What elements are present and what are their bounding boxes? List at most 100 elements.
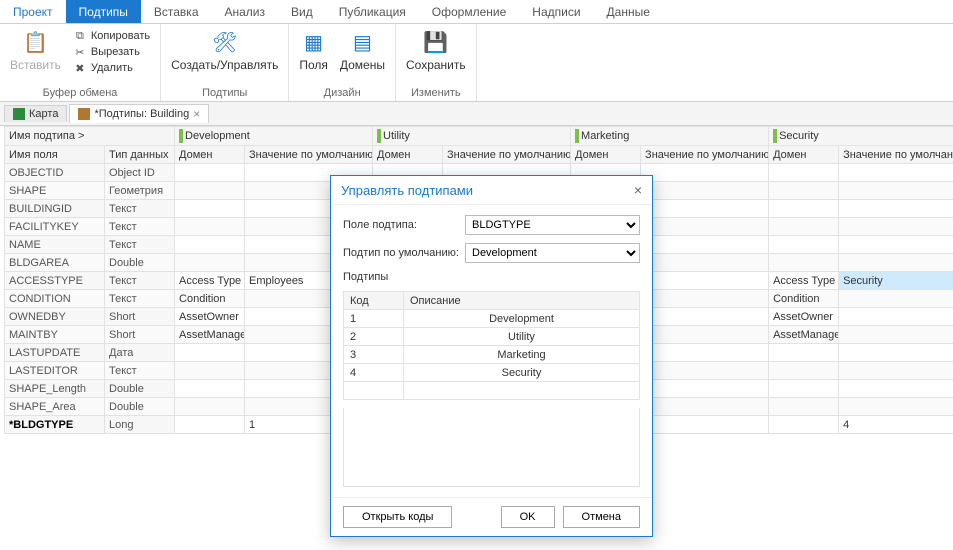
dialog-titlebar[interactable]: Управлять подтипами ×	[331, 176, 652, 205]
grid-cell[interactable]: SHAPE_Length	[5, 380, 105, 398]
grid-cell[interactable]	[769, 182, 839, 200]
grid-cell[interactable]: Security	[839, 272, 953, 290]
col-default-3[interactable]: Значение по умолчанию	[641, 146, 769, 164]
grid-cell[interactable]: BUILDINGID	[5, 200, 105, 218]
grid-cell[interactable]: Текст	[105, 290, 175, 308]
grid-cell[interactable]	[769, 344, 839, 362]
grid-cell[interactable]	[175, 236, 245, 254]
grid-cell[interactable]	[769, 398, 839, 416]
grid-cell[interactable]: BLDGAREA	[5, 254, 105, 272]
table-row[interactable]: 3Marketing	[344, 346, 640, 364]
grid-cell[interactable]	[839, 326, 953, 344]
grid-cell[interactable]	[839, 164, 953, 182]
grid-cell[interactable]: AssetOwner	[769, 308, 839, 326]
grid-cell[interactable]: LASTEDITOR	[5, 362, 105, 380]
col-code[interactable]: Код	[344, 292, 404, 310]
tab-subtypes-building[interactable]: *Подтипы: Building ×	[69, 104, 209, 123]
table-row[interactable]: 2Utility	[344, 328, 640, 346]
grid-cell[interactable]: Access Type	[175, 272, 245, 290]
col-domain-1[interactable]: Домен	[175, 146, 245, 164]
grid-cell[interactable]	[641, 200, 769, 218]
code-cell[interactable]: 4	[344, 364, 404, 382]
col-data-type[interactable]: Тип данных	[105, 146, 175, 164]
col-domain-4[interactable]: Домен	[769, 146, 839, 164]
grid-cell[interactable]: ACCESSTYPE	[5, 272, 105, 290]
desc-cell[interactable]: Security	[404, 364, 640, 382]
col-description[interactable]: Описание	[404, 292, 640, 310]
col-domain-3[interactable]: Домен	[571, 146, 641, 164]
grid-cell[interactable]	[641, 164, 769, 182]
menu-item-analysis[interactable]: Анализ	[212, 0, 279, 23]
ok-button[interactable]: OK	[501, 506, 555, 528]
grid-cell[interactable]	[641, 272, 769, 290]
grid-cell[interactable]: Текст	[105, 236, 175, 254]
grid-cell[interactable]: 4	[839, 416, 953, 434]
subtype-col-marketing[interactable]: Marketing	[571, 127, 769, 146]
table-row[interactable]: 4Security	[344, 364, 640, 382]
grid-cell[interactable]: SHAPE	[5, 182, 105, 200]
grid-cell[interactable]: Дата	[105, 344, 175, 362]
col-default-1[interactable]: Значение по умолчанию	[245, 146, 373, 164]
grid-cell[interactable]: Текст	[105, 362, 175, 380]
grid-cell[interactable]: Long	[105, 416, 175, 434]
grid-cell[interactable]: Double	[105, 254, 175, 272]
table-row[interactable]: 1Development	[344, 310, 640, 328]
grid-cell[interactable]: Double	[105, 380, 175, 398]
grid-cell[interactable]	[175, 416, 245, 434]
grid-cell[interactable]	[769, 416, 839, 434]
grid-cell[interactable]	[839, 254, 953, 272]
grid-cell[interactable]	[839, 218, 953, 236]
grid-cell[interactable]	[641, 326, 769, 344]
desc-cell[interactable]: Utility	[404, 328, 640, 346]
subtype-col-utility[interactable]: Utility	[373, 127, 571, 146]
code-cell[interactable]: 3	[344, 346, 404, 364]
table-row[interactable]	[344, 382, 640, 400]
grid-cell[interactable]	[175, 362, 245, 380]
grid-cell[interactable]	[839, 200, 953, 218]
table-empty-area[interactable]	[343, 408, 640, 487]
domains-button[interactable]: ▤ Домены	[336, 26, 389, 74]
grid-cell[interactable]	[641, 236, 769, 254]
subtype-col-security[interactable]: Security	[769, 127, 953, 146]
grid-cell[interactable]	[641, 254, 769, 272]
grid-cell[interactable]	[641, 182, 769, 200]
grid-cell[interactable]: OWNEDBY	[5, 308, 105, 326]
col-field-name[interactable]: Имя поля	[5, 146, 105, 164]
grid-cell[interactable]	[839, 362, 953, 380]
code-cell[interactable]	[344, 382, 404, 400]
grid-cell[interactable]	[175, 254, 245, 272]
default-subtype-select[interactable]: Development	[465, 243, 640, 263]
paste-button[interactable]: 📋 Вставить	[6, 26, 65, 74]
grid-cell[interactable]	[175, 398, 245, 416]
grid-cell[interactable]	[175, 344, 245, 362]
copy-button[interactable]: ⧉Копировать	[69, 28, 154, 44]
open-codes-button[interactable]: Открыть коды	[343, 506, 452, 528]
menu-item-view[interactable]: Вид	[278, 0, 326, 23]
col-domain-2[interactable]: Домен	[373, 146, 443, 164]
grid-cell[interactable]	[641, 218, 769, 236]
grid-cell[interactable]: AssetManager	[769, 326, 839, 344]
menu-item-data[interactable]: Данные	[594, 0, 663, 23]
grid-cell[interactable]	[839, 290, 953, 308]
menu-item-insert[interactable]: Вставка	[141, 0, 212, 23]
menu-item-labels[interactable]: Надписи	[519, 0, 593, 23]
col-default-2[interactable]: Значение по умолчанию	[443, 146, 571, 164]
grid-cell[interactable]	[175, 218, 245, 236]
subtypes-table[interactable]: Код Описание 1Development2Utility3Market…	[343, 291, 640, 400]
grid-cell[interactable]	[769, 254, 839, 272]
grid-cell[interactable]	[641, 308, 769, 326]
grid-cell[interactable]: CONDITION	[5, 290, 105, 308]
delete-button[interactable]: ✖Удалить	[69, 60, 154, 76]
code-cell[interactable]: 1	[344, 310, 404, 328]
grid-cell[interactable]	[839, 380, 953, 398]
desc-cell[interactable]	[404, 382, 640, 400]
grid-cell[interactable]: Object ID	[105, 164, 175, 182]
grid-cell[interactable]: Геометрия	[105, 182, 175, 200]
menu-item-subtypes[interactable]: Подтипы	[66, 0, 141, 23]
grid-cell[interactable]	[641, 416, 769, 434]
grid-cell[interactable]: LASTUPDATE	[5, 344, 105, 362]
grid-cell[interactable]: Short	[105, 326, 175, 344]
save-button[interactable]: 💾 Сохранить	[402, 26, 470, 74]
cancel-button[interactable]: Отмена	[563, 506, 640, 528]
grid-cell[interactable]	[769, 218, 839, 236]
